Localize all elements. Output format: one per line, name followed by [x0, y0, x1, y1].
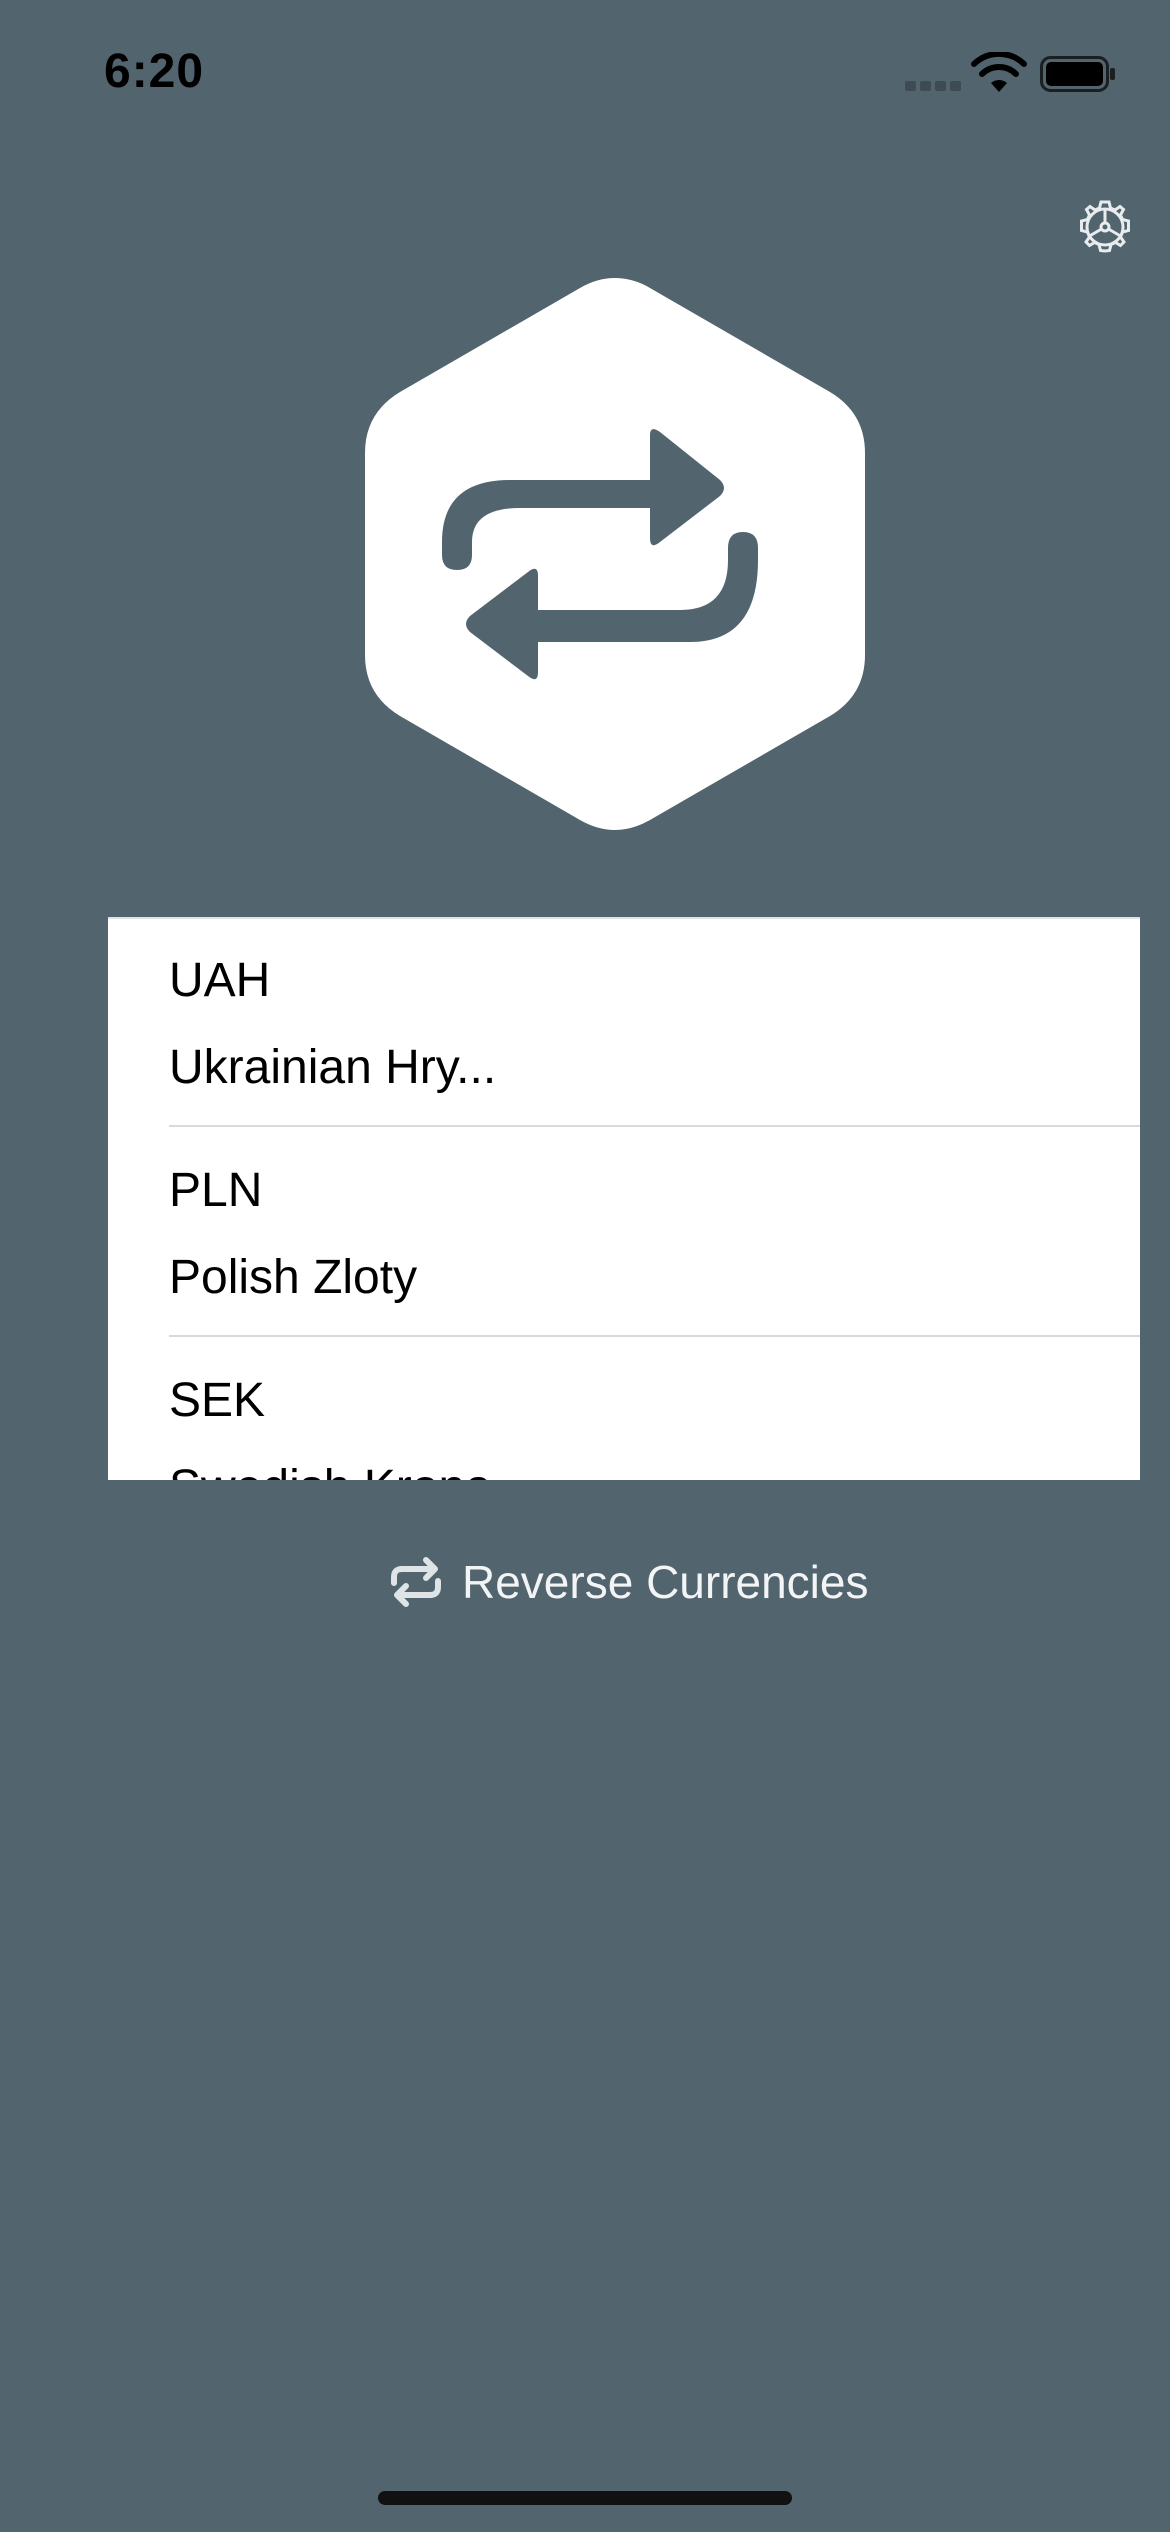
battery-icon	[1040, 56, 1115, 92]
currency-name: Polish Zloty	[169, 1251, 418, 1304]
exchange-arrows-icon	[365, 278, 865, 830]
currency-picker[interactable]: UAH Ukrainian Hry... PLN Polish Zloty SE…	[108, 917, 1140, 1480]
status-time: 6:20	[104, 45, 205, 98]
currency-code: SEK	[169, 1374, 266, 1427]
currency-code: PLN	[169, 1164, 263, 1217]
wifi-icon	[971, 52, 1027, 92]
gear-icon[interactable]	[1073, 196, 1137, 260]
currency-code: UAH	[169, 954, 271, 1007]
currency-row-sek[interactable]: SEK Swedish Krona	[108, 1337, 1140, 1480]
currency-row-uah[interactable]: UAH Ukrainian Hry...	[108, 917, 1140, 1127]
currency-row-pln[interactable]: PLN Polish Zloty	[108, 1127, 1140, 1337]
signal-icon	[905, 81, 961, 93]
reverse-currencies-button[interactable]: Reverse Currencies	[388, 1550, 868, 1614]
home-indicator[interactable]	[378, 2491, 792, 2505]
reverse-currencies-label: Reverse Currencies	[462, 1556, 869, 1608]
currency-name: Ukrainian Hry...	[169, 1041, 497, 1094]
currency-name: Swedish Krona	[169, 1460, 492, 1480]
repeat-icon	[391, 1557, 441, 1607]
status-bar: 6:20	[0, 0, 1170, 150]
